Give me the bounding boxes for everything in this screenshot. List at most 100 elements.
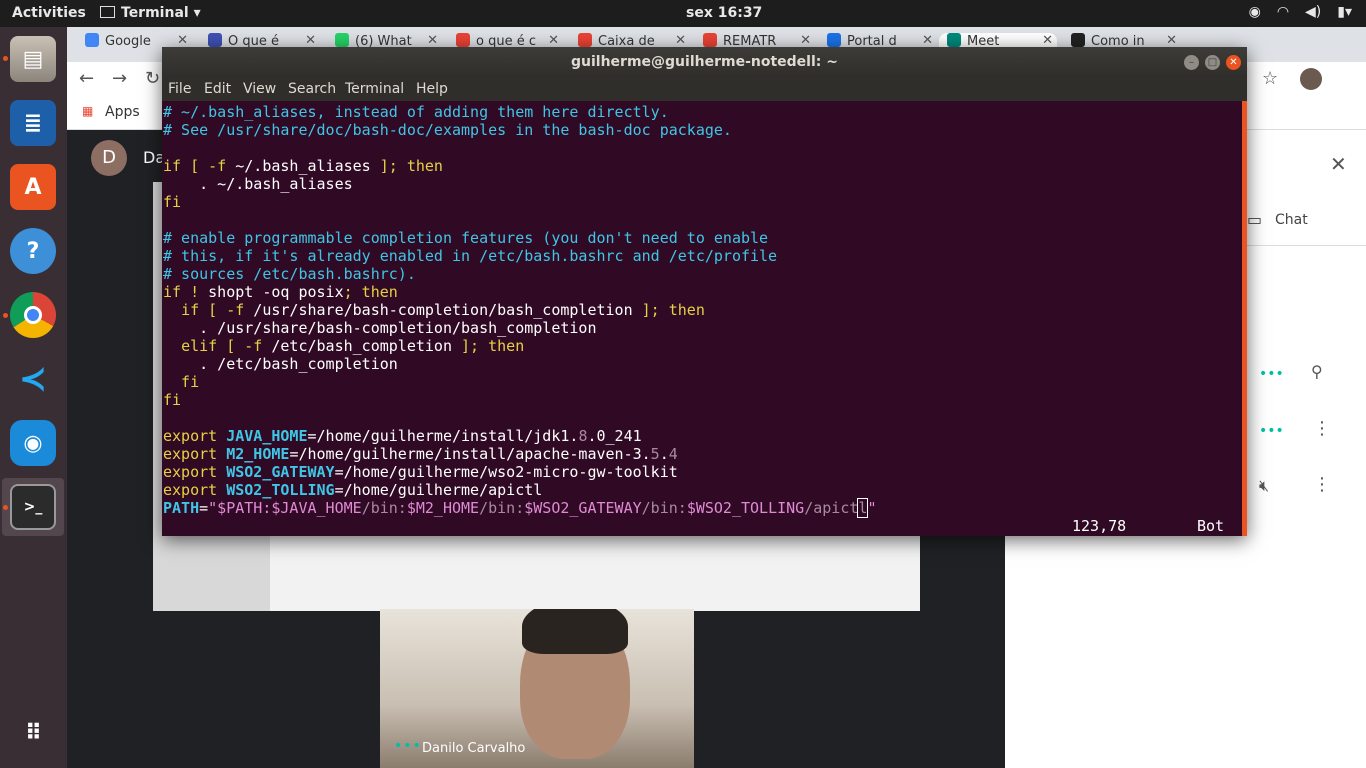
close-icon[interactable]: ✕ — [427, 33, 438, 48]
code-line: export WSO2_GATEWAY=/home/guilherme/wso2… — [163, 463, 678, 481]
tab-favicon-icon — [578, 33, 592, 47]
muted-icon: 🔇︎ — [1259, 476, 1270, 495]
code-line: # ~/.bash_aliases, instead of adding the… — [163, 103, 669, 121]
app-menu-label: Terminal — [121, 5, 189, 21]
terminal-icon — [100, 6, 115, 18]
volume-icon: ◀) — [1305, 4, 1322, 20]
vscode-icon[interactable]: ≺ — [10, 356, 56, 402]
menu-help[interactable]: Help — [416, 81, 448, 97]
clock[interactable]: sex 16:37 — [686, 5, 762, 21]
maximize-icon[interactable]: □ — [1205, 55, 1220, 70]
tab-label: Google — [105, 34, 151, 49]
bookmark-star-icon[interactable]: ☆ — [1262, 68, 1278, 89]
code-line: if [ -f /usr/share/bash-completion/bash_… — [181, 301, 705, 319]
minimize-icon[interactable]: – — [1184, 55, 1199, 70]
participant-name: Danilo Carvalho — [422, 741, 526, 756]
wifi-icon: ◠ — [1276, 4, 1290, 20]
code-line: # enable programmable completion feature… — [163, 229, 769, 247]
code-line: elif [ -f /etc/bash_completion ]; then — [181, 337, 525, 355]
files-icon[interactable]: ▤ — [10, 36, 56, 82]
terminal-window: guilherme@guilherme-notedell: ~ – □ ✕ Fi… — [162, 47, 1247, 536]
code-line: # See /usr/share/doc/bash-doc/examples i… — [163, 121, 732, 139]
terminal-dock-icon[interactable]: >_ — [10, 484, 56, 530]
code-line: # this, if it's already enabled in /etc/… — [163, 247, 778, 265]
code-line: . ~/.bash_aliases — [163, 175, 353, 193]
code-line: if ! shopt -oq posix; then — [163, 283, 398, 301]
menu-edit[interactable]: Edit — [204, 81, 231, 97]
close-icon[interactable]: ✕ — [800, 33, 811, 48]
top-bar: Activities Terminal ▾ sex 16:37 ◉ ◠ ◀) ▮… — [0, 0, 1366, 27]
running-indicator — [3, 313, 8, 318]
webcam-tile: ••• Danilo Carvalho — [380, 609, 694, 768]
scrollbar[interactable] — [1242, 101, 1247, 536]
code-line: . /usr/share/bash-completion/bash_comple… — [163, 319, 597, 337]
forward-icon[interactable]: → — [112, 68, 127, 89]
battery-icon: ▮▾ — [1337, 4, 1352, 20]
more-options-icon[interactable]: ••• — [394, 738, 422, 754]
code-line: fi — [163, 193, 182, 211]
code-line: PATH="$PATH:$JAVA_HOME/bin:$M2_HOME/bin:… — [163, 498, 877, 518]
menu-search[interactable]: Search — [288, 81, 336, 97]
close-icon[interactable]: ✕ — [1226, 55, 1241, 70]
activities-button[interactable]: Activities — [12, 5, 86, 21]
pin-icon[interactable]: ⚲ — [1311, 362, 1323, 381]
software-center-icon[interactable]: A — [10, 164, 56, 210]
reload-icon[interactable]: ↻ — [145, 68, 160, 89]
code-line: if [ -f ~/.bash_aliases ]; then — [163, 157, 443, 175]
tab-favicon-icon — [947, 33, 961, 47]
tab-favicon-icon — [456, 33, 470, 47]
system-tray[interactable]: ◉ ◠ ◀) ▮▾ — [1249, 4, 1352, 20]
window-title: guilherme@guilherme-notedell: ~ — [162, 47, 1247, 77]
back-icon[interactable]: ← — [79, 68, 94, 89]
vpn-icon[interactable]: ◉ — [10, 420, 56, 466]
menu-terminal[interactable]: Terminal — [345, 81, 404, 97]
menu-file[interactable]: File — [168, 81, 191, 97]
code-line: # sources /etc/bash.bashrc). — [163, 265, 416, 283]
privacy-icon: ◉ — [1248, 4, 1261, 20]
close-icon[interactable]: ✕ — [675, 33, 686, 48]
speaking-indicator-icon: ••• — [1259, 423, 1284, 439]
code-line: fi — [163, 391, 182, 409]
writer-icon[interactable]: ≣ — [10, 100, 56, 146]
running-indicator — [3, 56, 8, 61]
running-indicator — [3, 505, 8, 510]
chat-tab[interactable]: Chat — [1275, 212, 1308, 228]
help-icon[interactable]: ? — [10, 228, 56, 274]
show-applications-icon[interactable]: ⠿ — [10, 710, 56, 756]
avatar: D — [91, 140, 127, 176]
chat-icon[interactable]: ▭ — [1247, 210, 1262, 229]
code-line: . /etc/bash_completion — [163, 355, 398, 373]
tab-favicon-icon — [1071, 33, 1085, 47]
chrome-icon[interactable] — [10, 292, 56, 338]
tab-favicon-icon — [208, 33, 222, 47]
profile-avatar[interactable] — [1300, 68, 1322, 90]
close-icon[interactable]: ✕ — [548, 33, 559, 48]
tab-favicon-icon — [703, 33, 717, 47]
more-options-icon[interactable]: ⋮ — [1313, 474, 1331, 495]
more-options-icon[interactable]: ⋮ — [1313, 418, 1331, 439]
tab-favicon-icon — [335, 33, 349, 47]
speaking-indicator-icon: ••• — [1259, 366, 1284, 382]
bookmark-apps[interactable]: Apps — [105, 104, 140, 120]
scroll-position: Bot — [1197, 517, 1225, 535]
tab-favicon-icon — [85, 33, 99, 47]
close-icon[interactable]: ✕ — [305, 33, 316, 48]
terminal-buffer[interactable]: # ~/.bash_aliases, instead of adding the… — [162, 101, 1242, 536]
code-line: export WSO2_TOLLING=/home/guilherme/apic… — [163, 481, 543, 499]
close-icon[interactable]: ✕ — [922, 33, 933, 48]
dock: ▤ ≣ A ? ≺ ◉ >_ ⠿ — [0, 27, 67, 768]
code-line: fi — [163, 373, 200, 391]
terminal-menubar: File Edit View Search Terminal Help — [162, 77, 1247, 101]
code-line: export JAVA_HOME=/home/guilherme/install… — [163, 427, 642, 445]
tab-favicon-icon — [827, 33, 841, 47]
menu-view[interactable]: View — [243, 81, 276, 97]
apps-grid-icon[interactable]: ▦ — [82, 104, 93, 118]
close-icon[interactable]: ✕ — [177, 33, 188, 48]
participant-hair — [522, 609, 628, 654]
close-panel-icon[interactable]: ✕ — [1330, 152, 1347, 176]
close-icon[interactable]: ✕ — [1042, 33, 1053, 48]
divider — [1235, 245, 1366, 246]
app-menu[interactable]: Terminal ▾ — [100, 5, 201, 21]
close-icon[interactable]: ✕ — [1166, 33, 1177, 48]
cursor-position: 123,78 — [1072, 517, 1127, 535]
